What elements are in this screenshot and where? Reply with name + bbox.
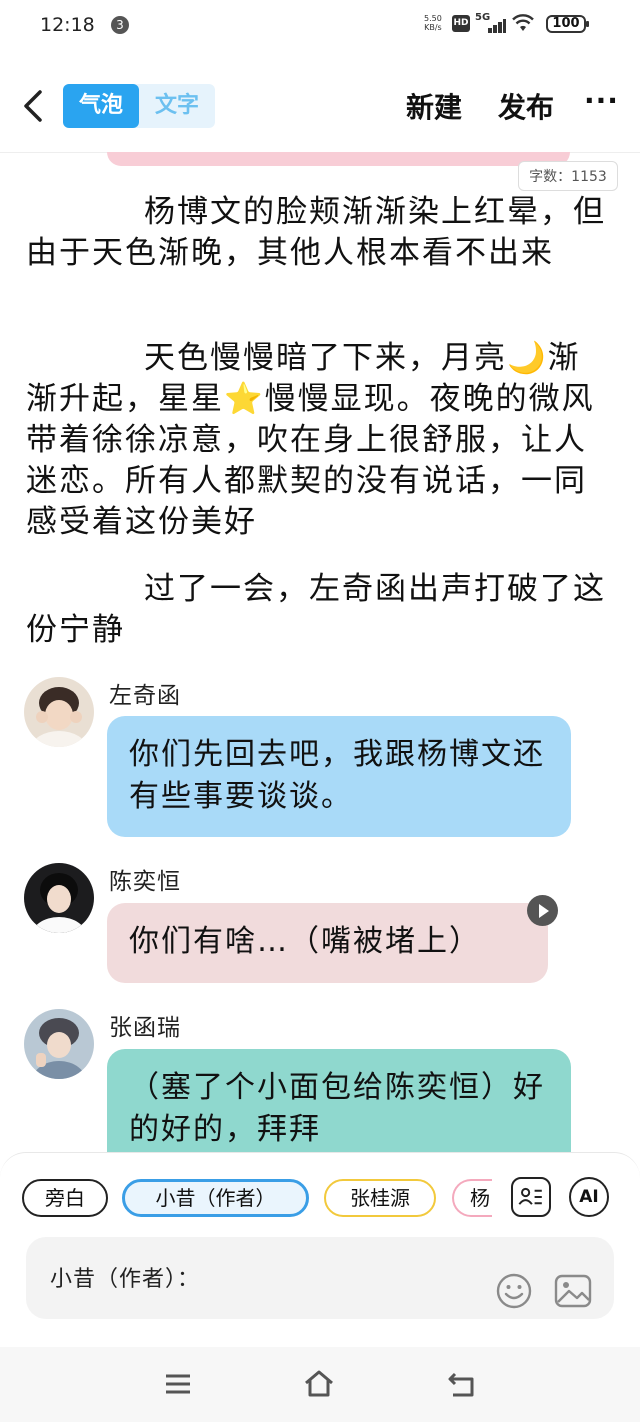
speaker-name: 张函瑞 <box>109 1015 181 1041</box>
speaker-name: 左奇函 <box>109 683 181 709</box>
speaker-name: 陈奕恒 <box>109 869 181 895</box>
wifi-icon <box>512 14 534 31</box>
publish-button[interactable]: 发布 <box>498 86 554 126</box>
net-speed-unit: KB/s <box>424 23 442 32</box>
story-paragraph[interactable]: 天色慢慢暗了下来，月亮🌙渐渐升起，星星⭐慢慢显现。夜晚的微风带着徐徐凉意，吹在身… <box>26 338 608 543</box>
story-paragraph-text: 杨博文的脸颊渐渐染上红晕，但由于天色渐晚，其他人根本看不出来 <box>26 194 606 271</box>
contact-card-icon[interactable] <box>511 1177 551 1217</box>
new-button[interactable]: 新建 <box>406 86 462 126</box>
notification-badge: 3 <box>111 16 129 34</box>
ai-button[interactable]: AI <box>569 1177 609 1217</box>
status-time: 12:18 <box>40 14 95 36</box>
tab-bubble[interactable]: 气泡 <box>63 84 139 128</box>
tab-text[interactable]: 文字 <box>139 84 215 128</box>
back-nav-icon[interactable] <box>445 1367 479 1401</box>
system-nav-bar <box>0 1347 640 1422</box>
image-icon[interactable] <box>554 1273 592 1309</box>
signal-icon <box>480 19 506 33</box>
story-paragraph[interactable]: 杨博文的脸颊渐渐染上红晕，但由于天色渐晚，其他人根本看不出来 <box>26 192 608 274</box>
word-count: 字数：1153 <box>518 161 618 191</box>
mode-toggle[interactable]: 气泡 文字 <box>63 84 215 128</box>
role-chip-yang[interactable]: 杨 <box>452 1179 492 1217</box>
chat-bubble[interactable]: 你们先回去吧，我跟杨博文还有些事要谈谈。 <box>107 716 571 837</box>
hd-icon: HD <box>452 15 470 32</box>
back-arrow-icon[interactable] <box>18 86 50 126</box>
more-icon[interactable]: ··· <box>584 84 619 117</box>
role-chip-zhang-guiyuan[interactable]: 张桂源 <box>324 1179 436 1217</box>
chat-bubble[interactable]: 你们有啥…（嘴被堵上） <box>107 903 548 983</box>
top-bar: 气泡 文字 新建 发布 ··· <box>0 70 640 150</box>
status-bar: 12:18 3 5.50 KB/s HD 5G 100 <box>0 0 640 50</box>
smiley-icon[interactable] <box>496 1273 532 1309</box>
input-role-label: 小昔（作者）： <box>50 1267 201 1292</box>
home-icon[interactable] <box>302 1367 336 1401</box>
role-chip-author[interactable]: 小昔（作者） <box>122 1179 309 1217</box>
battery-icon: 100 <box>546 15 589 33</box>
net-speed-value: 5.50 <box>424 14 442 23</box>
net-speed: 5.50 KB/s <box>424 14 442 32</box>
avatar[interactable] <box>24 677 94 747</box>
story-paragraph-text: 天色慢慢暗了下来，月亮🌙渐渐升起，星星⭐慢慢显现。夜晚的微风带着徐徐凉意，吹在身… <box>26 340 595 540</box>
role-chip-narrator[interactable]: 旁白 <box>22 1179 108 1217</box>
avatar[interactable] <box>24 1009 94 1079</box>
avatar[interactable] <box>24 863 94 933</box>
story-paragraph[interactable]: 过了一会，左奇函出声打破了这份宁静 <box>26 569 608 651</box>
chat-bubble[interactable]: （塞了个小面包给陈奕恒）好的好的，拜拜 <box>107 1049 571 1159</box>
story-paragraph-text: 过了一会，左奇函出声打破了这份宁静 <box>26 571 606 648</box>
play-icon[interactable] <box>527 895 558 926</box>
menu-icon[interactable] <box>161 1367 195 1401</box>
previous-bubble-edge <box>107 152 570 166</box>
